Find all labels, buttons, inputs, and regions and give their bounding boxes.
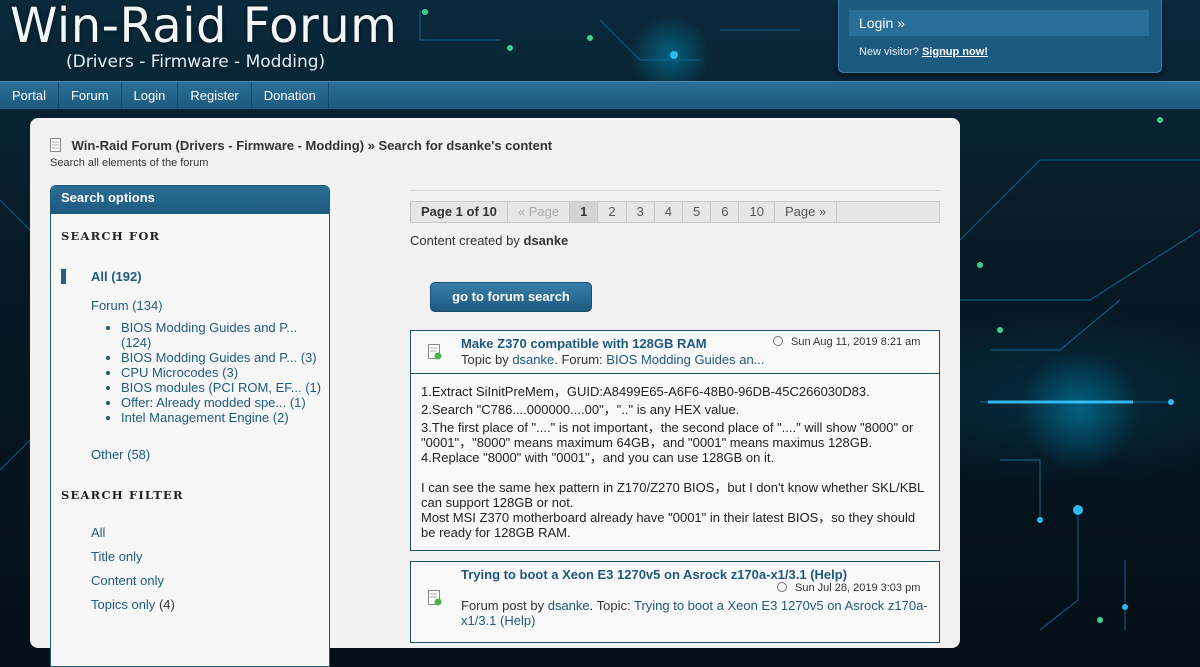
main-nav: Portal Forum Login Register Donation xyxy=(0,81,1200,109)
nav-donation[interactable]: Donation xyxy=(252,82,329,109)
result-date: Sun Aug 11, 2019 8:21 am xyxy=(773,336,920,348)
subforum-item[interactable]: BIOS Modding Guides and P... (3) xyxy=(121,350,331,365)
body-line: 3.The first place of "...." is not impor… xyxy=(421,420,914,450)
subforum-item[interactable]: BIOS Modding Guides and P... (124) xyxy=(121,320,331,350)
nav-portal[interactable]: Portal xyxy=(0,82,59,109)
search-for-all[interactable]: All (192) xyxy=(91,269,142,284)
author-link[interactable]: dsanke xyxy=(548,598,590,613)
login-box: Login » New visitor? Signup now! xyxy=(838,0,1162,73)
body-line: 2.Search "C786....000000....00"，".." is … xyxy=(421,402,740,417)
search-for-title: SEARCH FOR xyxy=(61,229,161,243)
result-meta: Topic by dsanke. Forum: BIOS Modding Gui… xyxy=(461,352,765,367)
search-result: Trying to boot a Xeon E3 1270v5 on Asroc… xyxy=(410,561,940,643)
content-by-prefix: Content created by xyxy=(410,233,520,248)
login-button[interactable]: Login » xyxy=(849,10,1149,36)
forum-link[interactable]: BIOS Modding Guides an... xyxy=(606,352,764,367)
result-header: Make Z370 compatible with 128GB RAM Sun … xyxy=(411,331,939,374)
breadcrumb: Win-Raid Forum (Drivers - Firmware - Mod… xyxy=(50,138,552,153)
results-area: Page 1 of 10 « Page 1 2 3 4 5 6 10 Page … xyxy=(410,190,940,643)
page-description: Search all elements of the forum xyxy=(50,157,209,169)
subforum-list: BIOS Modding Guides and P... (124) BIOS … xyxy=(101,320,331,425)
subforum-item[interactable]: Intel Management Engine (2) xyxy=(121,410,331,425)
result-header: Trying to boot a Xeon E3 1270v5 on Asroc… xyxy=(411,562,939,642)
divider xyxy=(410,190,940,191)
body-line: Most MSI Z370 motherboard already have "… xyxy=(421,510,916,540)
main-panel: Win-Raid Forum (Drivers - Firmware - Mod… xyxy=(30,118,960,667)
result-body: 1.Extract SiInitPreMem，GUID:A8499E65-A6F… xyxy=(411,374,939,550)
page-2[interactable]: 2 xyxy=(598,202,627,222)
result-date-text: Sun Aug 11, 2019 8:21 am xyxy=(791,336,921,348)
clock-icon xyxy=(773,336,783,346)
result-title[interactable]: Trying to boot a Xeon E3 1270v5 on Asroc… xyxy=(461,567,847,582)
search-options-sidebar: Search options SEARCH FOR All (192) Foru… xyxy=(50,185,330,667)
active-marker xyxy=(61,269,66,284)
result-date-text: Sun Jul 28, 2019 3:03 pm xyxy=(795,582,921,594)
filter-content-only[interactable]: Content only xyxy=(91,573,164,588)
page-4[interactable]: 4 xyxy=(655,202,684,222)
site-title[interactable]: Win-Raid Forum xyxy=(10,0,397,54)
content-created-by: Content created by dsanke xyxy=(410,233,568,248)
nav-register[interactable]: Register xyxy=(178,82,252,109)
new-visitor-label: New visitor? xyxy=(859,46,919,58)
site-subtitle: (Drivers - Firmware - Modding) xyxy=(66,52,326,72)
nav-forum[interactable]: Forum xyxy=(59,82,122,109)
clock-icon xyxy=(777,582,787,592)
result-title[interactable]: Make Z370 compatible with 128GB RAM xyxy=(461,336,707,351)
filter-topics-count: (4) xyxy=(158,597,175,612)
author-link[interactable]: dsanke xyxy=(512,352,554,367)
sidebar-header: Search options xyxy=(51,186,329,214)
search-for-other[interactable]: Other (58) xyxy=(91,447,150,462)
content-by-user: dsanke xyxy=(523,233,569,248)
body-line: I can see the same hex pattern in Z170/Z… xyxy=(421,480,924,510)
meta-mid: . Topic: xyxy=(589,598,631,613)
page-count-label: Page 1 of 10 xyxy=(411,202,508,222)
body-line: 1.Extract SiInitPreMem，GUID:A8499E65-A6F… xyxy=(421,384,870,399)
meta-mid: . Forum: xyxy=(554,352,603,367)
signup-link[interactable]: Signup now! xyxy=(922,46,988,58)
page-3[interactable]: 3 xyxy=(627,202,655,222)
topic-icon xyxy=(428,344,442,360)
subforum-item[interactable]: BIOS modules (PCI ROM, EF... (1) xyxy=(121,380,331,395)
body-line: 4.Replace "8000" with "0001"，and you can… xyxy=(421,450,775,465)
page-1[interactable]: 1 xyxy=(570,202,599,222)
prev-page-button: « Page xyxy=(508,202,571,222)
breadcrumb-root[interactable]: Win-Raid Forum (Drivers - Firmware - Mod… xyxy=(72,138,364,153)
pagination: Page 1 of 10 « Page 1 2 3 4 5 6 10 Page … xyxy=(410,201,940,223)
filter-topics-only-label[interactable]: Topics only xyxy=(91,597,155,612)
post-icon xyxy=(428,590,442,606)
page-6[interactable]: 6 xyxy=(711,202,740,222)
page-10[interactable]: 10 xyxy=(739,202,775,222)
search-result: Make Z370 compatible with 128GB RAM Sun … xyxy=(410,330,940,551)
subforum-item[interactable]: CPU Microcodes (3) xyxy=(121,365,331,380)
meta-prefix: Forum post by xyxy=(461,598,545,613)
body-line xyxy=(421,465,929,480)
meta-prefix: Topic by xyxy=(461,352,509,367)
filter-topics-only[interactable]: Topics only (4) xyxy=(91,597,175,612)
subforum-item[interactable]: Offer: Already modded spe... (1) xyxy=(121,395,331,410)
search-for-forum[interactable]: Forum (134) xyxy=(91,298,163,313)
nav-login[interactable]: Login xyxy=(122,82,179,109)
document-icon xyxy=(50,138,61,152)
breadcrumb-current[interactable]: Search for dsanke's content xyxy=(379,138,553,153)
next-page-button[interactable]: Page » xyxy=(775,202,838,222)
page-5[interactable]: 5 xyxy=(683,202,712,222)
search-filter-title: SEARCH FILTER xyxy=(61,488,184,502)
breadcrumb-separator: » xyxy=(367,138,375,153)
filter-all[interactable]: All xyxy=(91,525,105,540)
filter-title-only[interactable]: Title only xyxy=(91,549,143,564)
result-date: Sun Jul 28, 2019 3:03 pm xyxy=(777,582,920,594)
new-visitor-text: New visitor? Signup now! xyxy=(859,46,988,58)
result-meta: Forum post by dsanke. Topic: Trying to b… xyxy=(461,598,931,628)
forum-search-button[interactable]: go to forum search xyxy=(430,282,592,312)
